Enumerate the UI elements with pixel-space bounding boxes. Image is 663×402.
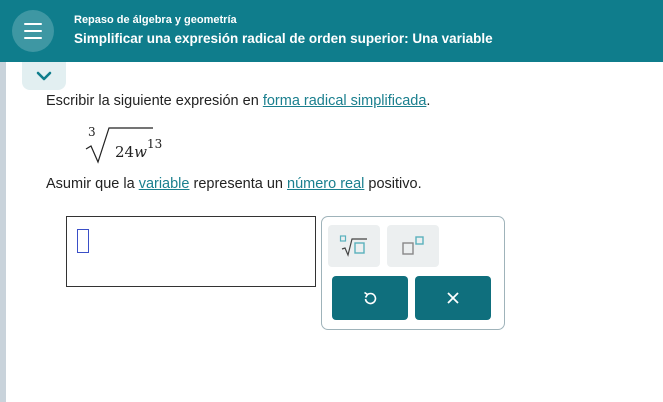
header: Repaso de álgebra y geometría Simplifica… — [0, 0, 663, 62]
simplified-radical-form-link[interactable]: forma radical simplificada — [263, 93, 427, 109]
menu-icon-line — [24, 37, 42, 39]
input-cursor-placeholder — [77, 229, 89, 253]
topic-title: Simplificar una expresión radical de ord… — [74, 31, 493, 46]
instruction-text: Escribir la siguiente expresión en forma… — [46, 93, 431, 109]
superscript-icon — [402, 236, 424, 255]
menu-icon-line — [24, 23, 42, 25]
exponent-button[interactable] — [387, 225, 439, 267]
topic-subtitle: Repaso de álgebra y geometría — [74, 14, 237, 26]
real-number-link[interactable]: número real — [287, 176, 364, 192]
menu-button[interactable] — [12, 10, 54, 52]
clear-button[interactable] — [415, 276, 491, 320]
close-icon — [447, 292, 459, 304]
undo-button[interactable] — [332, 276, 408, 320]
assumption-text: Asumir que la variable representa un núm… — [46, 176, 422, 192]
variable-link[interactable]: variable — [139, 176, 190, 192]
nth-root-button[interactable] — [328, 225, 380, 267]
radicand: 24w13 — [115, 137, 163, 161]
menu-icon-line — [24, 30, 42, 32]
nth-root-icon — [339, 235, 367, 257]
answer-input[interactable] — [66, 216, 316, 287]
chevron-down-icon — [36, 71, 52, 81]
math-toolbar — [321, 216, 505, 330]
radical-expression: 3 24w13 — [83, 124, 163, 164]
radical-index: 3 — [88, 125, 96, 139]
collapse-button[interactable] — [22, 62, 66, 90]
undo-icon — [364, 291, 377, 305]
